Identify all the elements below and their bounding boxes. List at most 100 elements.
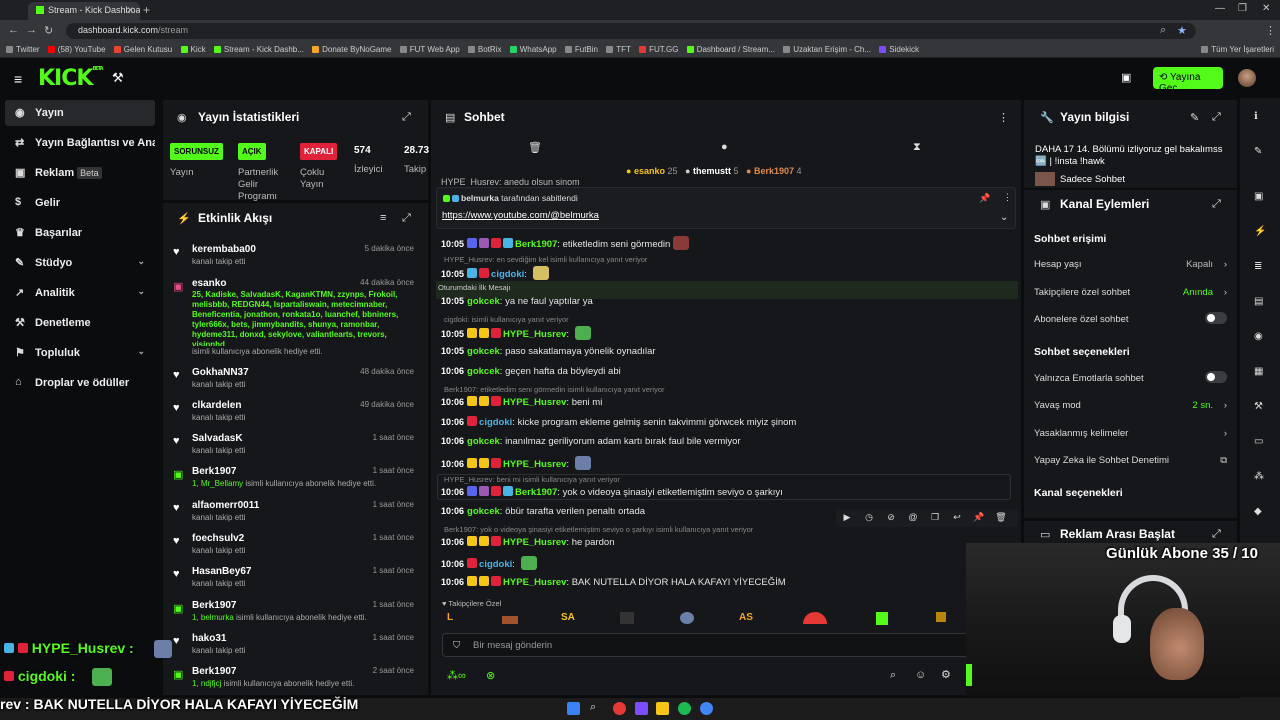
- chat-message[interactable]: 10:06 gokcek: öbür tarafta verilen penalt…: [441, 506, 645, 517]
- avatar[interactable]: [1238, 69, 1256, 87]
- nav-item-stream-key[interactable]: ⇄Yayın Bağlantısı ve Anahtarı: [5, 130, 155, 156]
- list-icon[interactable]: ≣: [1254, 261, 1262, 272]
- zoom-icon[interactable]: ⌕: [1160, 24, 1166, 37]
- copy-icon[interactable]: ❐: [924, 512, 946, 523]
- search-icon[interactable]: ⌕: [890, 669, 896, 682]
- kick-logo[interactable]: KICKBETA: [38, 66, 104, 91]
- pin-icon[interactable]: 📌: [968, 512, 990, 523]
- setting-subscribers-only[interactable]: Abonelere özel sohbet: [1034, 312, 1229, 325]
- bookmark-item[interactable]: Dashboard / Stream...: [686, 45, 775, 54]
- all-bookmarks[interactable]: Tüm Yer İşaretleri: [1201, 45, 1274, 54]
- hammer-icon[interactable]: ⚒: [112, 70, 124, 86]
- discord-icon[interactable]: [635, 702, 648, 715]
- theater-mode-icon[interactable]: ▣: [1121, 71, 1131, 84]
- play-icon[interactable]: ▶: [836, 512, 858, 523]
- pin-icon[interactable]: 📌: [979, 193, 990, 204]
- bookmark-item[interactable]: Gelen Kutusu: [113, 45, 172, 54]
- chevron-down-icon[interactable]: ⌄: [1000, 212, 1008, 223]
- chat-message[interactable]: 10:05 gokcek: paso sakatlamaya yönelik oy…: [441, 346, 656, 357]
- nav-item-revenue[interactable]: $ Gelir: [5, 190, 155, 216]
- bookmark-item[interactable]: FutBin: [564, 45, 598, 54]
- maximize-icon[interactable]: ❐: [1238, 3, 1247, 14]
- setting-followers-only[interactable]: Takipçilere özel sohbet Anında ›: [1034, 287, 1229, 298]
- window-icon[interactable]: ▭: [1254, 436, 1263, 447]
- lightning-icon[interactable]: ⚡: [1254, 226, 1266, 237]
- gift-icon[interactable]: ◆: [1254, 506, 1262, 517]
- points-icon[interactable]: ⁂∞: [447, 669, 466, 682]
- nav-item-community[interactable]: ⚑ Topluluk ⌄: [5, 340, 155, 366]
- emote-item[interactable]: SA: [561, 612, 575, 623]
- new-tab-icon[interactable]: +: [143, 3, 150, 17]
- chat-message[interactable]: 10:06 HYPE_Husrev: he pardon: [441, 536, 614, 548]
- url-field[interactable]: dashboard.kick.com/stream: [66, 23, 1196, 39]
- nav-item-ads[interactable]: ▣ Reklam Beta: [5, 160, 155, 186]
- clock-icon[interactable]: ◷: [858, 512, 880, 523]
- setting-banned-words[interactable]: Yasaklanmış kelimeler ›: [1034, 428, 1229, 439]
- hamburger-menu-icon[interactable]: ≡: [14, 71, 22, 87]
- filter-icon[interactable]: ≡: [380, 212, 386, 224]
- expand-icon[interactable]: ⤢: [1212, 198, 1221, 211]
- chat-icon[interactable]: ▤: [1254, 296, 1263, 307]
- hammer-icon[interactable]: ⚒: [1254, 401, 1263, 412]
- chat-message[interactable]: 10:06 cigdoki: kicke program ekleme gelmi…: [441, 416, 796, 428]
- chat-message[interactable]: 10:05 HYPE_Husrev:: [441, 326, 591, 340]
- gear-icon[interactable]: ⚙: [941, 668, 951, 681]
- back-icon[interactable]: ←: [8, 24, 19, 36]
- reply-icon[interactable]: ↩: [946, 512, 968, 523]
- nav-item-studio[interactable]: ✎ Stüdyo ⌄: [5, 250, 155, 276]
- record-icon[interactable]: ◉: [1254, 331, 1263, 342]
- emote-item[interactable]: [680, 612, 694, 624]
- expand-icon[interactable]: ⤢: [402, 111, 411, 124]
- bookmark-item[interactable]: Kick: [180, 45, 206, 54]
- chat-message[interactable]: 10:06 gokcek: geçen hafta da böyleydi abi: [441, 366, 621, 377]
- chat-message[interactable]: 10:06 gokcek: inanılmaz geriliyorum adam …: [441, 436, 741, 447]
- chat-message[interactable]: 10:05 cigdoki:: [441, 266, 549, 280]
- chat-bubble-icon[interactable]: ●: [721, 141, 728, 153]
- community-icon[interactable]: ⁂: [1254, 471, 1264, 482]
- emote-item[interactable]: [620, 612, 634, 624]
- pinned-message[interactable]: belmurka tarafından sabitlendi https://w…: [436, 187, 1016, 229]
- minimize-icon[interactable]: —: [1215, 3, 1225, 14]
- bookmark-item[interactable]: BotRix: [467, 45, 501, 54]
- chat-message[interactable]: 10:05 gokcek: ya ne faul yaptılar ya: [441, 296, 593, 307]
- windows-start-icon[interactable]: [567, 702, 580, 715]
- emote-item[interactable]: [502, 616, 518, 624]
- info-icon[interactable]: ℹ: [1254, 111, 1258, 122]
- expand-icon[interactable]: ⤢: [1212, 111, 1221, 124]
- forward-icon[interactable]: →: [26, 24, 37, 36]
- edit-icon[interactable]: ✎: [1254, 146, 1262, 157]
- bookmark-item[interactable]: (58) YouTube: [47, 45, 106, 54]
- bookmark-item[interactable]: FUT Web App: [399, 45, 460, 54]
- hourglass-icon[interactable]: ⧗: [913, 141, 921, 154]
- chat-input[interactable]: ⛉ Bir mesaj gönderin: [442, 633, 972, 657]
- browser-tab[interactable]: Stream - Kick Dashboard ✕: [28, 2, 140, 20]
- emote-item[interactable]: L: [447, 612, 453, 623]
- nav-item-analytics[interactable]: ↗ Analitik ⌄: [5, 280, 155, 306]
- nav-item-stream[interactable]: ◉ Yayın: [5, 100, 155, 126]
- pinned-link[interactable]: https://www.youtube.com/@belmurka: [442, 210, 599, 221]
- category-name[interactable]: Sadece Sohbet: [1060, 174, 1125, 185]
- chrome-menu-icon[interactable]: ⋮: [1265, 24, 1276, 37]
- bookmark-item[interactable]: Stream - Kick Dashb...: [213, 45, 304, 54]
- more-options-icon[interactable]: ⋮: [998, 111, 1009, 124]
- expand-icon[interactable]: ⤢: [1212, 528, 1221, 541]
- bookmark-item[interactable]: WhatsApp: [509, 45, 557, 54]
- edit-icon[interactable]: ✎: [1190, 111, 1199, 124]
- screen-icon[interactable]: ▣: [1254, 191, 1263, 202]
- chat-message[interactable]: 10:06 HYPE_Husrev: BAK NUTELLA DİYOR HALA…: [441, 576, 786, 588]
- bookmark-item[interactable]: Twitter: [6, 45, 40, 54]
- folder-icon[interactable]: [656, 702, 669, 715]
- setting-account-age[interactable]: Hesap yaşı Kapalı ›: [1034, 259, 1229, 270]
- chrome-icon[interactable]: [700, 702, 713, 715]
- spotify-icon[interactable]: [678, 702, 691, 715]
- trash-icon[interactable]: 🗑: [528, 141, 542, 154]
- tab-close-icon[interactable]: ✕: [126, 5, 134, 16]
- emote-item[interactable]: AS: [739, 612, 753, 623]
- settings-ring-icon[interactable]: ⊗: [486, 669, 495, 682]
- setting-emote-only[interactable]: Yalnızca Emotlarla sohbet: [1034, 371, 1229, 384]
- go-live-button[interactable]: ⟲ Yayına Geç: [1153, 67, 1223, 94]
- nav-item-moderation[interactable]: ⚒ Denetleme: [5, 310, 155, 336]
- more-options-icon[interactable]: ⋮: [1003, 192, 1012, 203]
- search-icon[interactable]: ⌕: [590, 701, 603, 714]
- timeout-icon[interactable]: ⊘: [880, 512, 902, 523]
